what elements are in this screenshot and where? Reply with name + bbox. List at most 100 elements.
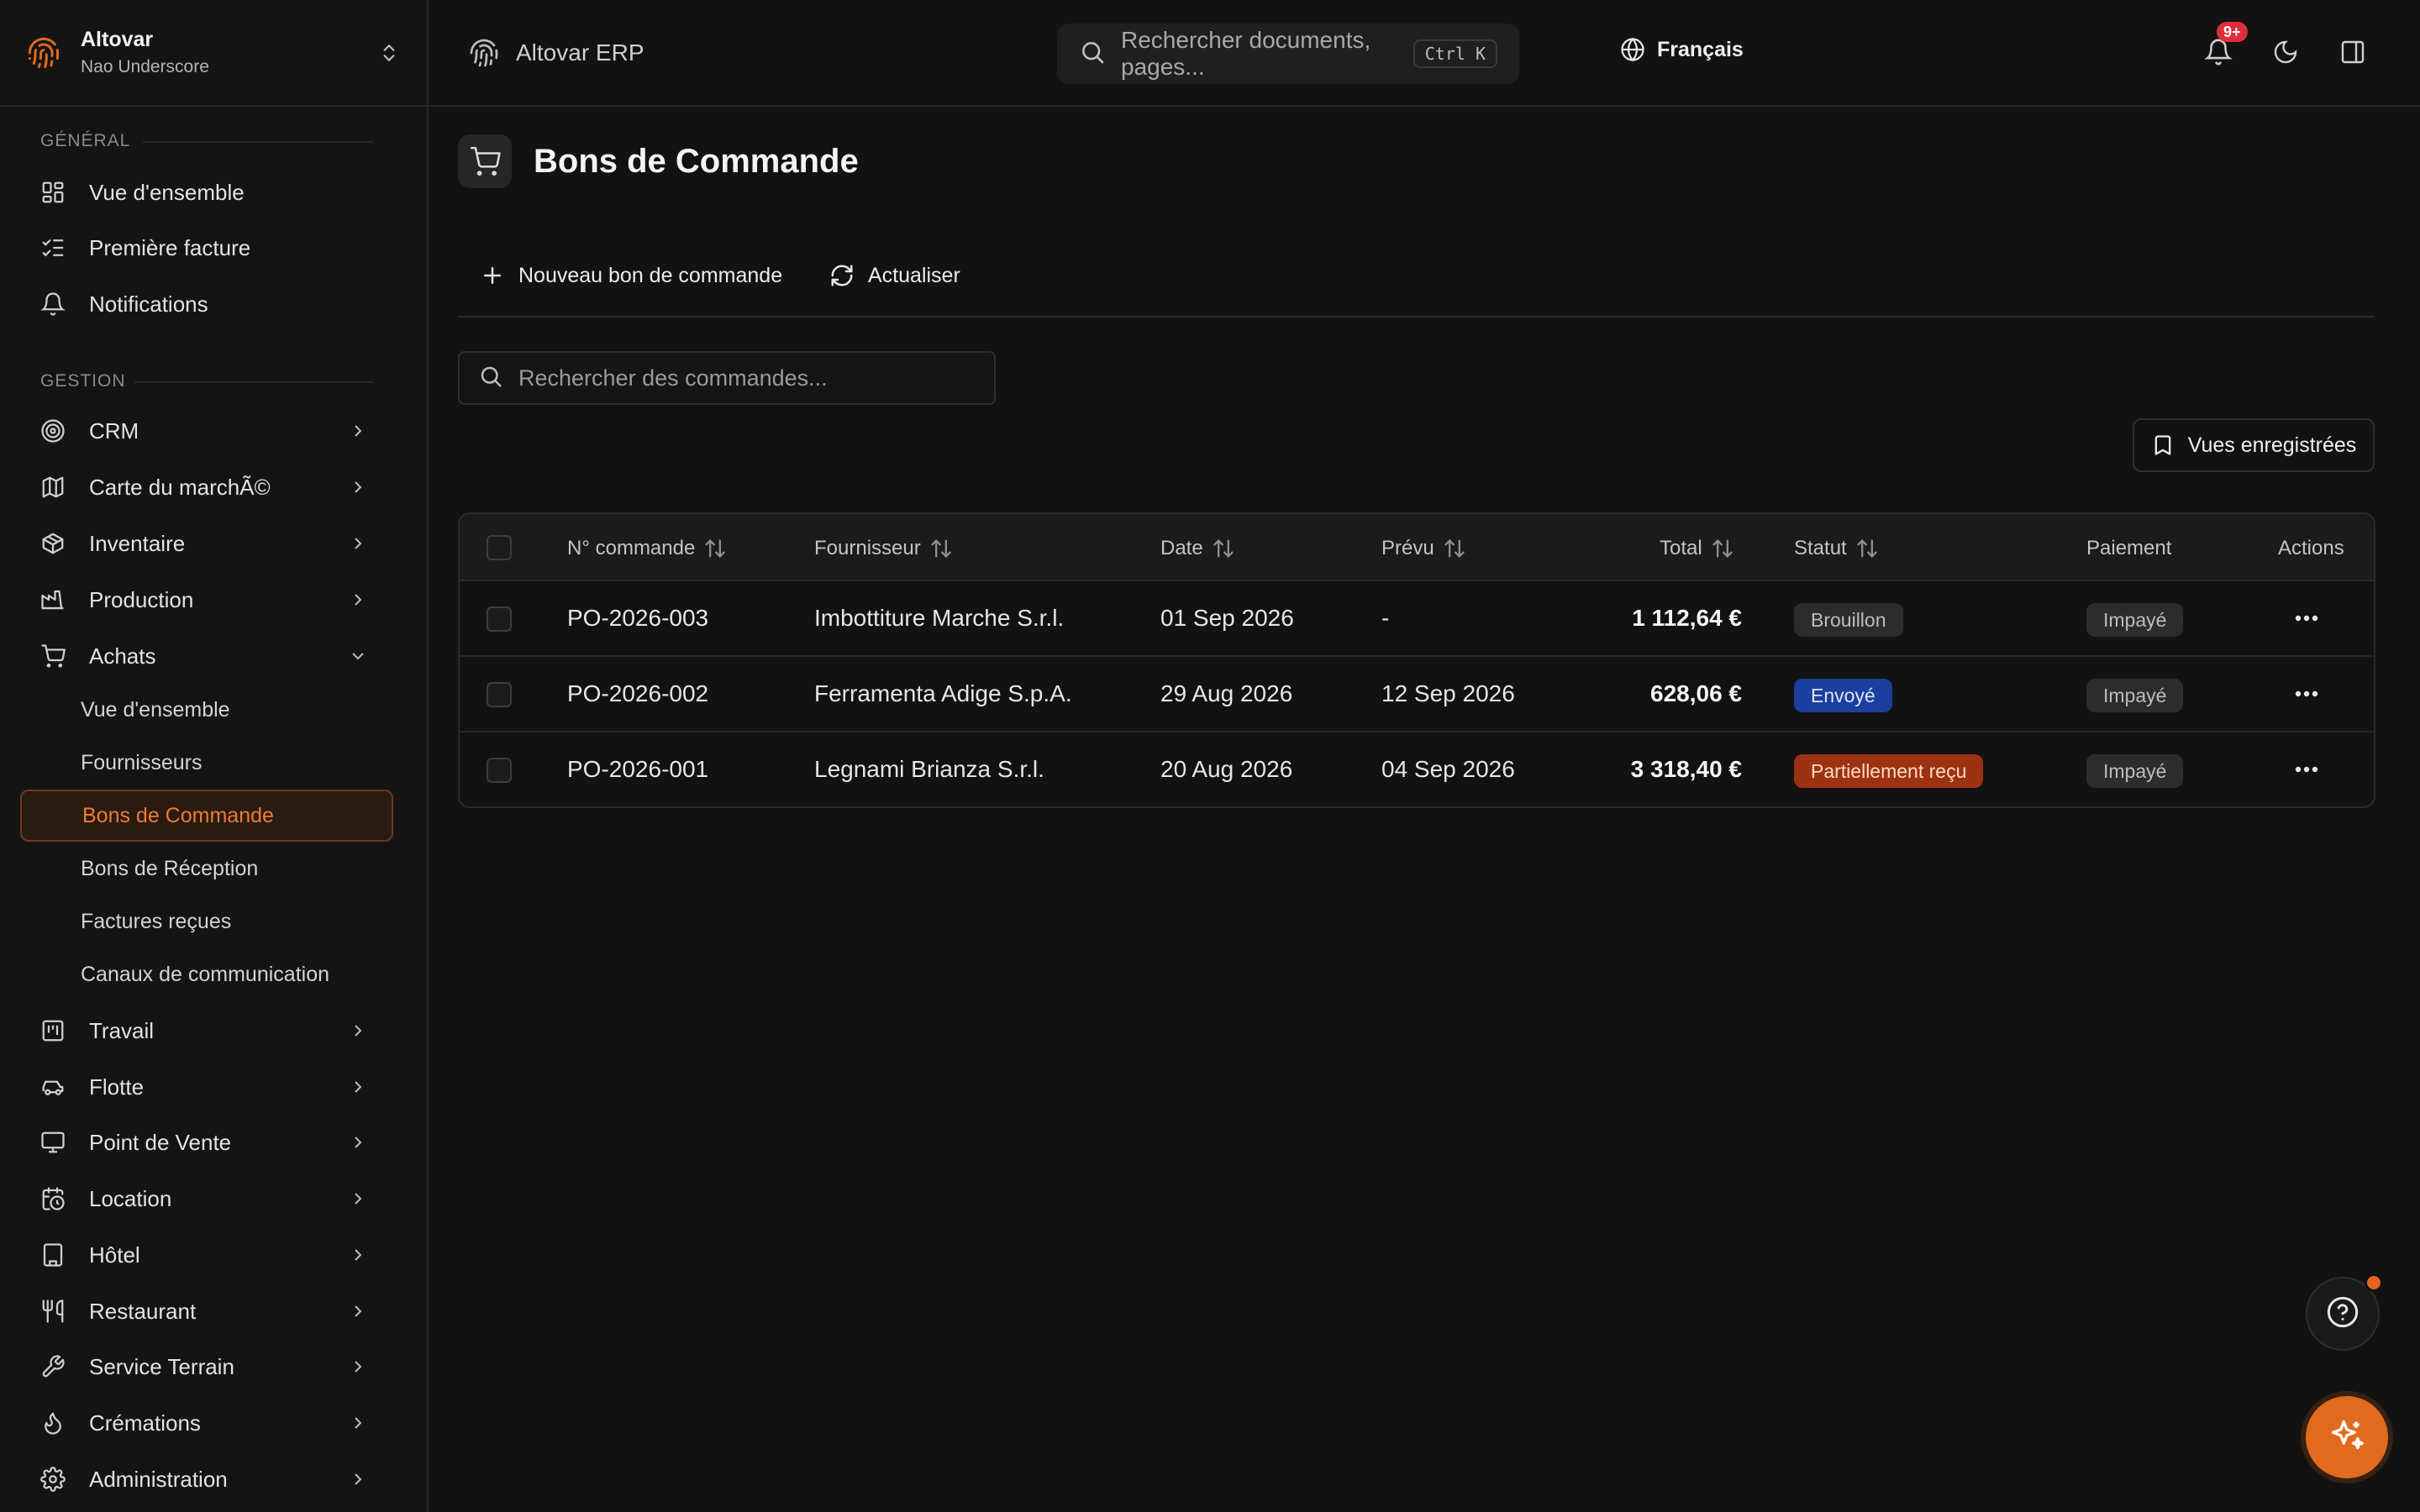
sidebar-item-label: Crémations — [89, 1410, 201, 1436]
notifications-button[interactable] — [2202, 37, 2235, 71]
more-actions-icon[interactable] — [2290, 684, 2323, 704]
chevron-right-icon — [348, 533, 368, 554]
ai-assistant-button[interactable] — [2306, 1396, 2388, 1478]
fingerprint-logo-icon — [27, 36, 60, 70]
row-checkbox[interactable] — [487, 758, 512, 783]
globe-icon — [1620, 37, 1645, 62]
gear-icon — [40, 1467, 66, 1492]
package-icon — [40, 531, 66, 556]
kanban-icon — [40, 1018, 66, 1043]
sidebar-subitem-receipts[interactable]: Bons de Réception — [20, 843, 393, 895]
sidebar-item-flotte[interactable]: Flotte — [20, 1064, 393, 1110]
chevron-right-icon — [348, 421, 368, 441]
column-header-date[interactable]: Date — [1160, 537, 1235, 560]
column-header-expected[interactable]: Prévu — [1381, 537, 1466, 560]
column-label: Prévu — [1381, 537, 1434, 559]
checklist-icon — [40, 235, 66, 260]
page-title: Bons de Commande — [534, 142, 859, 180]
global-search[interactable]: Rechercher documents, pages... Ctrl K — [1057, 24, 1519, 84]
column-header-status[interactable]: Statut — [1794, 537, 1879, 560]
sidebar-item-achats[interactable]: Achats — [20, 633, 393, 679]
sidebar-item-label: Inventaire — [89, 530, 186, 556]
sidebar-item-crm[interactable]: CRM — [20, 408, 393, 454]
sidebar-item-location[interactable]: Location — [20, 1176, 393, 1221]
language-label: Français — [1657, 37, 1744, 61]
table-row[interactable]: PO-2026-002 Ferramenta Adige S.p.A. 29 A… — [460, 657, 2374, 732]
panel-toggle[interactable] — [2336, 37, 2370, 71]
select-all-checkbox[interactable] — [487, 535, 512, 560]
building-icon — [40, 1242, 66, 1268]
sidebar-item-market-map[interactable]: Carte du marchÃ© — [20, 465, 393, 510]
chevron-right-icon — [348, 1469, 368, 1489]
sort-icon — [1212, 537, 1235, 560]
sidebar-item-first-invoice[interactable]: Première facture — [20, 225, 393, 270]
monitor-icon — [40, 1130, 66, 1155]
sidebar-subitem-channels[interactable]: Canaux de communication — [20, 948, 393, 1000]
section-label-general: GÉNÉRAL — [0, 129, 429, 153]
status-badge: Partiellement reçu — [1794, 754, 1984, 788]
saved-views-button[interactable]: Vues enregistrées — [2133, 418, 2375, 472]
order-number[interactable]: PO-2026-002 — [567, 680, 708, 707]
sidebar-item-hotel[interactable]: Hôtel — [20, 1232, 393, 1278]
help-indicator-dot — [2365, 1273, 2383, 1292]
sidebar-item-inventory[interactable]: Inventaire — [20, 521, 393, 566]
orders-search-input[interactable]: Rechercher des commandes... — [458, 351, 996, 405]
sidebar-item-label: CRM — [89, 417, 139, 444]
more-actions-icon[interactable] — [2290, 608, 2323, 628]
utensils-icon — [40, 1299, 66, 1324]
table-header: N° commande Fournisseur Date Prévu Total… — [460, 514, 2374, 581]
sidebar-item-label: Point de Vente — [89, 1129, 232, 1155]
sidebar-item-label: Restaurant — [89, 1298, 197, 1324]
row-checkbox[interactable] — [487, 682, 512, 707]
search-icon — [478, 364, 503, 393]
wrench-icon — [40, 1354, 66, 1379]
status-badge: Envoyé — [1794, 679, 1892, 712]
sidebar-subitem-suppliers[interactable]: Fournisseurs — [20, 737, 393, 789]
theme-toggle[interactable] — [2269, 37, 2302, 71]
app-brand[interactable]: Altovar ERP — [469, 38, 644, 68]
sidebar-item-travail[interactable]: Travail — [20, 1008, 393, 1053]
sidebar-subitem-purchase-orders[interactable]: Bons de Commande — [20, 790, 393, 842]
table-row[interactable]: PO-2026-001 Legnami Brianza S.r.l. 20 Au… — [460, 732, 2374, 806]
sidebar-item-restaurant[interactable]: Restaurant — [20, 1289, 393, 1334]
supplier-name: Imbottiture Marche S.r.l. — [814, 605, 1065, 631]
chevron-right-icon — [348, 1021, 368, 1041]
expected-date: - — [1381, 605, 1390, 631]
sidebar-item-pos[interactable]: Point de Vente — [20, 1120, 393, 1165]
language-selector[interactable]: Français — [1620, 37, 1744, 62]
sidebar-item-label: Vue d'ensemble — [89, 179, 245, 205]
table-row[interactable]: PO-2026-003 Imbottiture Marche S.r.l. 01… — [460, 581, 2374, 657]
section-label-gestion: GESTION — [0, 370, 429, 393]
payment-badge: Impayé — [2086, 603, 2184, 637]
sidebar-item-label: Flotte — [89, 1074, 145, 1100]
supplier-name: Ferramenta Adige S.p.A. — [814, 680, 1072, 706]
refresh-button[interactable]: Actualiser — [829, 255, 960, 296]
order-number[interactable]: PO-2026-003 — [567, 605, 708, 632]
column-header-supplier[interactable]: Fournisseur — [814, 537, 953, 560]
sidebar-item-notifications[interactable]: Notifications — [20, 281, 393, 327]
column-header-total[interactable]: Total — [1660, 537, 1734, 560]
factory-icon — [40, 587, 66, 612]
cart-icon — [458, 134, 512, 188]
more-actions-icon[interactable] — [2290, 759, 2323, 780]
team-switcher[interactable]: Altovar Nao Underscore — [0, 0, 427, 107]
chevron-right-icon — [348, 1132, 368, 1152]
sidebar-subitem-overview[interactable]: Vue d'ensemble — [20, 684, 393, 736]
order-number[interactable]: PO-2026-001 — [567, 756, 708, 783]
chevron-right-icon — [348, 1301, 368, 1321]
order-date: 20 Aug 2026 — [1160, 756, 1293, 782]
new-order-button[interactable]: Nouveau bon de commande — [480, 255, 782, 296]
chevron-right-icon — [348, 1189, 368, 1209]
row-checkbox[interactable] — [487, 606, 512, 632]
global-search-placeholder: Rechercher documents, pages... — [1121, 27, 1371, 80]
column-header-number[interactable]: N° commande — [567, 537, 727, 560]
sidebar-item-cremations[interactable]: Crémations — [20, 1400, 393, 1446]
sidebar-item-field-service[interactable]: Service Terrain — [20, 1344, 393, 1389]
order-date: 01 Sep 2026 — [1160, 605, 1294, 631]
sort-icon — [929, 537, 953, 560]
sidebar-item-overview[interactable]: Vue d'ensemble — [20, 170, 393, 215]
saved-views-label: Vues enregistrées — [2187, 433, 2357, 457]
sidebar-item-production[interactable]: Production — [20, 577, 393, 622]
sidebar-subitem-received-invoices[interactable]: Factures reçues — [20, 895, 393, 948]
sidebar-item-administration[interactable]: Administration — [20, 1457, 393, 1502]
